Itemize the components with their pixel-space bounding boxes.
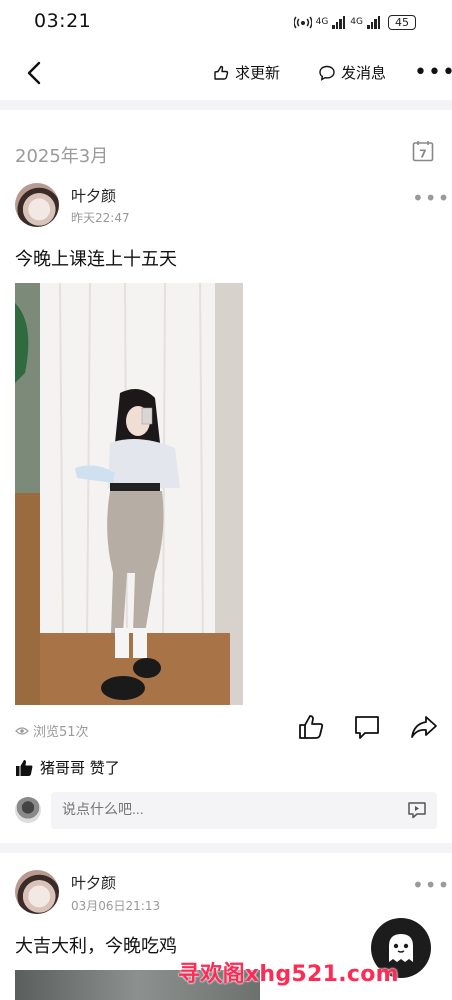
post-divider xyxy=(0,843,452,853)
author-avatar[interactable] xyxy=(15,183,59,227)
photo-illustration xyxy=(15,283,243,705)
send-message-label: 发消息 xyxy=(341,64,387,82)
network-type-2: 4G xyxy=(350,17,363,27)
more-options-icon[interactable]: ••• xyxy=(414,62,452,84)
top-nav-bar: 求更新 发消息 ••• xyxy=(0,46,452,100)
post-more-icon[interactable]: ••• xyxy=(412,873,450,897)
network-type-1: 4G xyxy=(315,17,329,27)
calendar-day: 7 xyxy=(419,148,427,161)
request-update-button[interactable]: 求更新 xyxy=(212,62,280,83)
post-time: 昨天22:47 xyxy=(71,211,130,225)
post-time: 03月06日21:13 xyxy=(71,899,161,913)
status-icons: 4G 4G 45 xyxy=(293,12,416,32)
author-name[interactable]: 叶夕颜 xyxy=(71,185,116,206)
author-avatar[interactable] xyxy=(15,870,59,914)
post-text: 大吉大利，今晚吃鸡 xyxy=(15,936,177,957)
like-icon[interactable] xyxy=(297,713,325,741)
status-time: 03:21 xyxy=(34,10,92,32)
my-avatar xyxy=(15,797,41,823)
request-update-label: 求更新 xyxy=(235,64,281,82)
battery-icon: 45 xyxy=(388,14,416,30)
calendar-icon[interactable]: 7 xyxy=(412,140,434,162)
emoji-sticker-icon[interactable] xyxy=(407,801,427,819)
author-name[interactable]: 叶夕颜 xyxy=(71,872,116,893)
section-divider xyxy=(0,100,452,110)
share-icon[interactable] xyxy=(410,713,438,741)
back-arrow-icon[interactable] xyxy=(22,60,48,86)
status-bar: 03:21 4G 4G 45 xyxy=(0,0,452,44)
view-count-text: 浏览51次 xyxy=(33,725,89,740)
like-summary: 猪哥哥 赞了 xyxy=(15,757,120,778)
hotspot-icon xyxy=(293,16,312,29)
month-header: 2025年3月 xyxy=(15,146,109,167)
send-message-button[interactable]: 发消息 xyxy=(318,62,386,83)
chat-bubble-icon xyxy=(319,65,335,81)
post-more-icon[interactable]: ••• xyxy=(412,186,450,210)
comment-box[interactable] xyxy=(51,792,437,829)
post-photo[interactable] xyxy=(15,283,243,705)
post-text: 今晚上课连上十五天 xyxy=(15,249,177,270)
watermark-text: 寻欢阁xhg521.com xyxy=(178,962,399,987)
signal-icon-1 xyxy=(332,15,346,29)
view-count: 浏览51次 xyxy=(15,721,89,740)
thumb-point-icon xyxy=(214,65,229,80)
like-summary-text[interactable]: 猪哥哥 赞了 xyxy=(40,757,120,778)
signal-icon-2 xyxy=(367,15,381,29)
comment-input[interactable] xyxy=(60,800,364,818)
like-filled-icon xyxy=(16,759,33,776)
comment-icon[interactable] xyxy=(353,713,381,741)
eye-icon xyxy=(15,726,29,735)
